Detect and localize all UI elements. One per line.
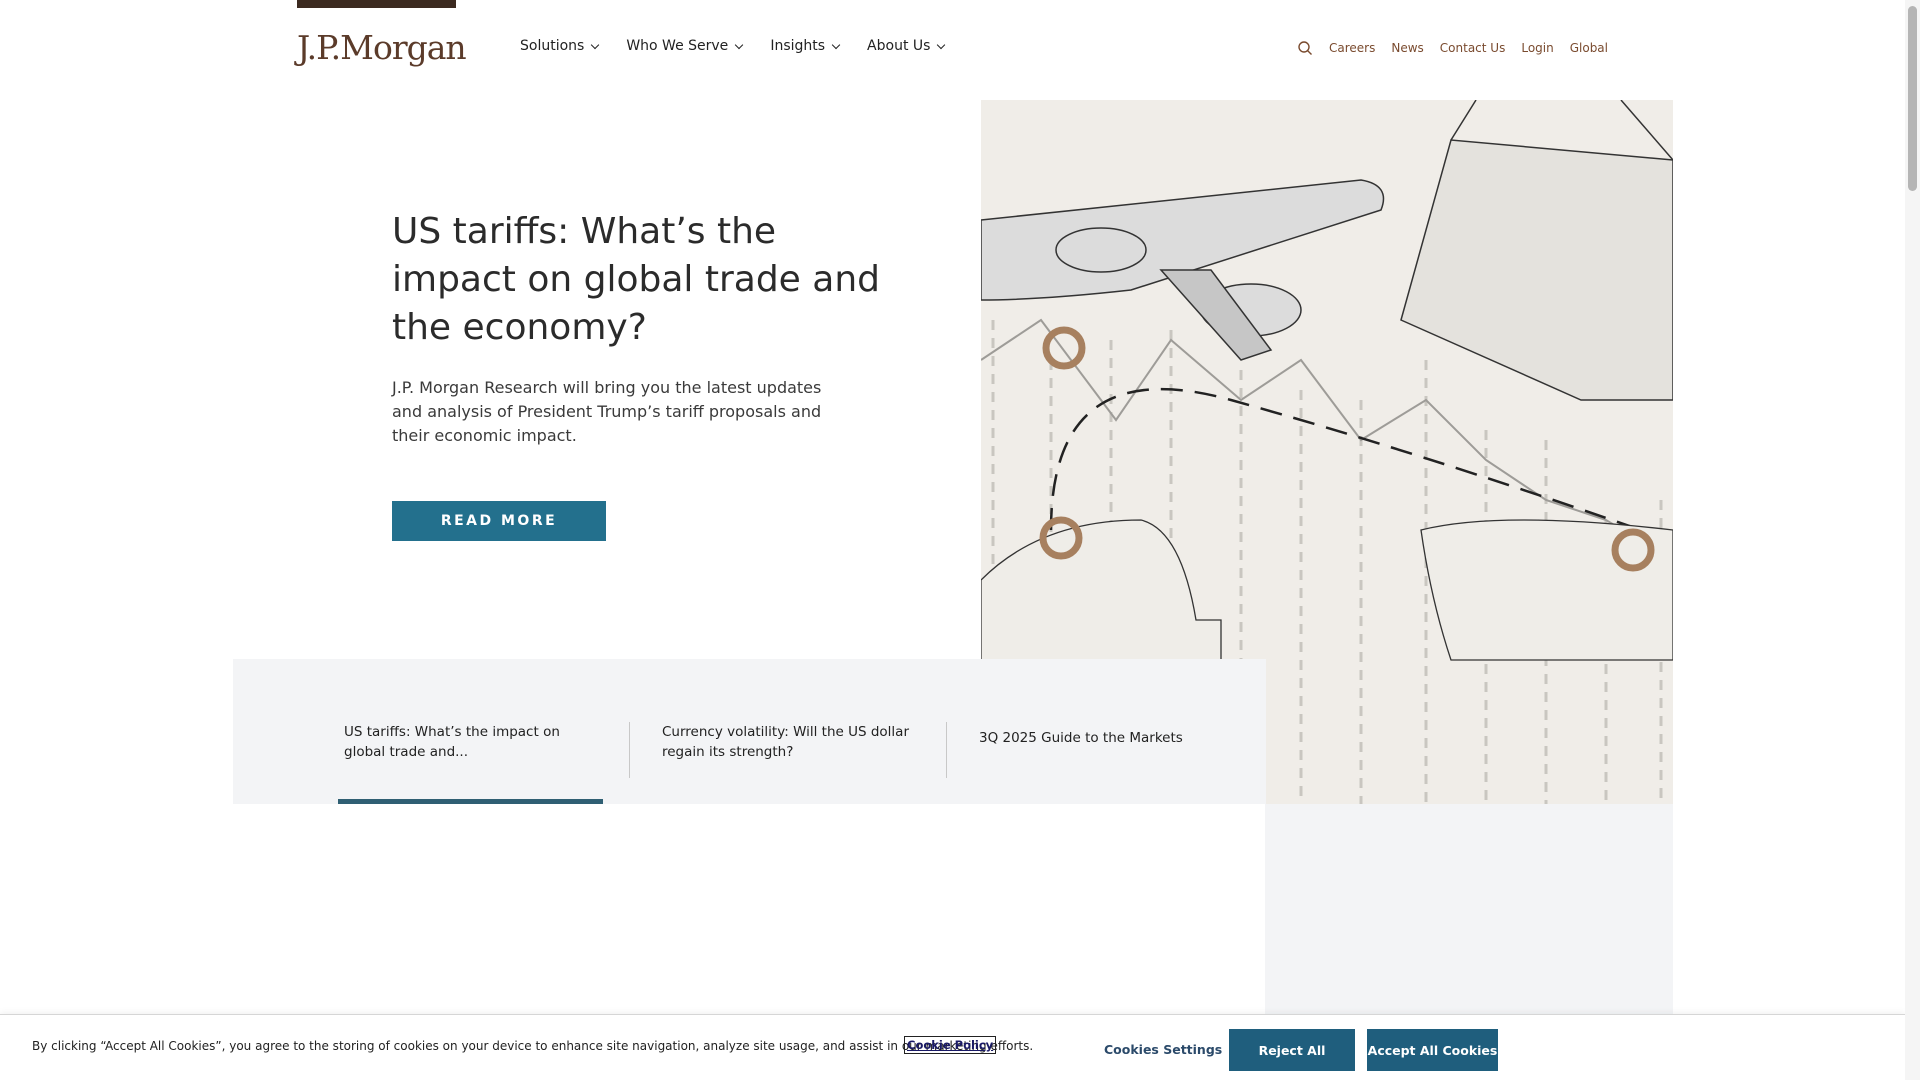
chevron-down-icon [831, 40, 841, 49]
logo-top-bar [297, 0, 456, 8]
hero-description: J.P. Morgan Research will bring you the … [392, 378, 822, 445]
read-more-button[interactable]: READ MORE [392, 501, 606, 541]
hero-title: US tariffs: What’s the impact on global … [392, 211, 881, 348]
search-icon[interactable] [1297, 40, 1313, 56]
nav-solutions-label: Solutions [520, 38, 585, 54]
util-link-careers[interactable]: Careers [1329, 41, 1375, 55]
cookie-banner: By clicking “Accept All Cookies”, you ag… [0, 1014, 1905, 1080]
scrollbar[interactable] [1905, 0, 1920, 1080]
chevron-down-icon [591, 40, 600, 49]
utility-nav: Careers News Contact Us Login Global [1297, 40, 1608, 56]
nav-solutions[interactable]: Solutions [520, 38, 600, 54]
chevron-down-icon [937, 40, 946, 49]
accept-all-cookies-button[interactable]: Accept All Cookies [1367, 1029, 1498, 1071]
cookie-policy-link[interactable]: Cookie Policy [904, 1036, 997, 1054]
main-nav: Solutions Who We Serve Insights About Us [520, 38, 972, 54]
chevron-down-icon [735, 40, 744, 49]
cookie-banner-text: By clicking “Accept All Cookies”, you ag… [32, 1039, 1034, 1053]
nav-insights-label: Insights [770, 38, 826, 54]
util-link-login[interactable]: Login [1521, 41, 1553, 55]
carousel-active-indicator [338, 799, 603, 804]
nav-about-us[interactable]: About Us [867, 38, 946, 54]
nav-who-we-serve-label: Who We Serve [626, 38, 729, 54]
carousel-item[interactable]: US tariffs: What’s the impact on global … [344, 722, 594, 762]
carousel-tabs: US tariffs: What’s the impact on global … [233, 659, 1266, 804]
nav-who-we-serve[interactable]: Who We Serve [626, 38, 744, 54]
nav-insights[interactable]: Insights [770, 38, 841, 54]
util-link-global[interactable]: Global [1570, 41, 1608, 55]
divider [629, 722, 630, 778]
cookies-settings-button[interactable]: Cookies Settings [1104, 1042, 1222, 1057]
carousel-item[interactable]: 3Q 2025 Guide to the Markets [979, 728, 1239, 748]
scrollbar-thumb[interactable] [1908, 6, 1917, 191]
jpmorgan-logo[interactable]: J.P.Morgan [297, 28, 467, 67]
divider [946, 722, 947, 778]
nav-about-us-label: About Us [867, 38, 931, 54]
carousel-item[interactable]: Currency volatility: Will the US dollar … [662, 722, 912, 762]
util-link-contact-us[interactable]: Contact Us [1440, 41, 1506, 55]
reject-all-button[interactable]: Reject All [1229, 1029, 1355, 1071]
util-link-news[interactable]: News [1391, 41, 1423, 55]
